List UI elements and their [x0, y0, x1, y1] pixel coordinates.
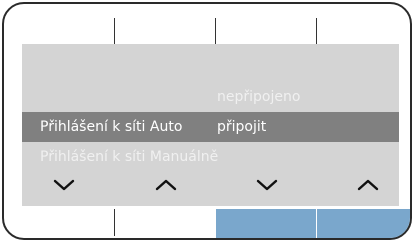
chevron-down-icon	[256, 179, 278, 191]
top-key-divider	[316, 18, 317, 44]
chevron-up-icon	[357, 179, 379, 191]
top-key-divider	[215, 18, 216, 44]
menu-row-label: Přihlášení k síti Auto	[40, 119, 183, 135]
nav-button-up[interactable]	[353, 172, 383, 198]
chevron-down-icon	[53, 179, 75, 191]
chevron-up-icon	[155, 179, 177, 191]
softkey-active-right[interactable]	[317, 209, 410, 238]
menu-row-manual-login[interactable]: Přihlášení k síti Manuálně	[22, 142, 399, 172]
menu-row-value: nepřipojeno	[217, 89, 301, 105]
nav-button-down[interactable]	[252, 172, 282, 198]
display-screen: nepřipojeno Přihlášení k síti Auto připo…	[22, 44, 399, 206]
menu-row-value: připojit	[217, 119, 267, 135]
nav-button-down[interactable]	[49, 172, 79, 198]
softkey-active-left[interactable]	[216, 209, 316, 238]
menu-row-label: Přihlášení k síti Manuálně	[40, 149, 219, 165]
nav-button-up[interactable]	[151, 172, 181, 198]
menu-row-auto-login[interactable]: Přihlášení k síti Auto připojit	[22, 112, 399, 142]
menu-row-status: nepřipojeno	[22, 82, 399, 112]
bottom-key-divider	[114, 209, 115, 236]
top-key-divider	[114, 18, 115, 44]
